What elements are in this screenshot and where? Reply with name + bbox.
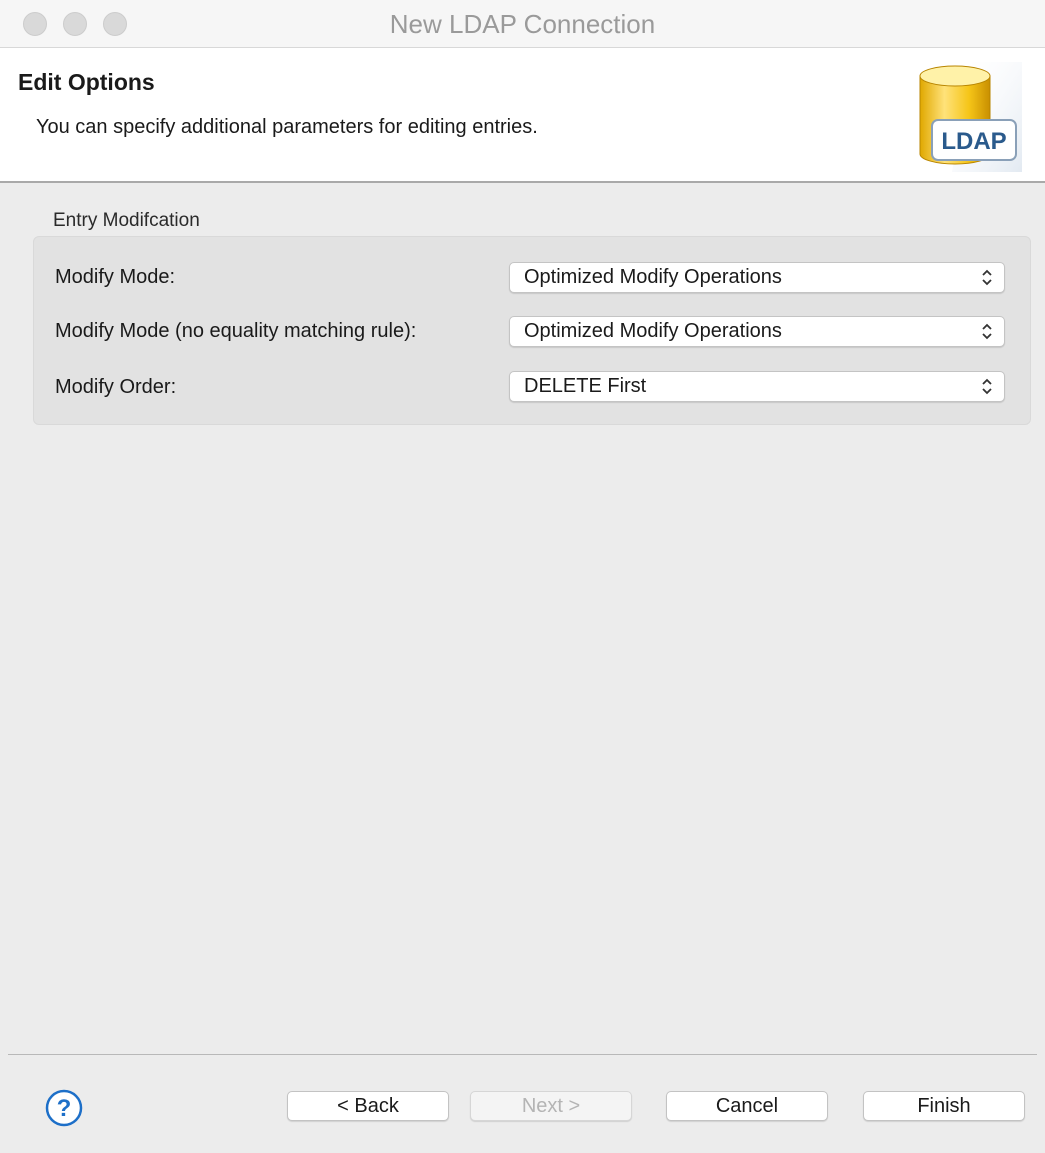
window-title: New LDAP Connection [389,9,656,39]
dialog-window: New LDAP Connection Edit Options You can… [0,0,1045,1153]
page-title: Edit Options [18,69,155,95]
modify-mode-no-equality-label: Modify Mode (no equality matching rule): [55,320,417,342]
modify-order-select[interactable]: DELETE First [509,371,1005,402]
ldap-icon-label: LDAP [941,128,1006,155]
back-button[interactable]: < Back [287,1091,449,1121]
footer-separator [8,1054,1037,1055]
modify-mode-label: Modify Mode: [55,266,176,288]
select-updown-icon [982,269,992,286]
title-bar: New LDAP Connection [0,0,1045,48]
modify-mode-value: Optimized Modify Operations [524,266,782,288]
modify-order-label: Modify Order: [55,376,177,398]
cancel-button[interactable]: Cancel [666,1091,828,1121]
select-updown-icon [982,323,992,340]
help-icon[interactable]: ? [45,1089,83,1127]
select-updown-icon [982,378,992,395]
modify-mode-no-equality-value: Optimized Modify Operations [524,320,782,342]
wizard-header: Edit Options You can specify additional … [0,48,1045,183]
page-description: You can specify additional parameters fo… [36,116,538,138]
svg-text:?: ? [57,1095,72,1122]
modify-mode-select[interactable]: Optimized Modify Operations [509,262,1005,293]
ldap-database-icon: LDAP [919,62,1022,172]
modify-order-value: DELETE First [524,375,647,397]
next-button[interactable]: Next > [470,1091,632,1121]
group-title: Entry Modifcation [53,210,200,231]
modify-mode-no-equality-select[interactable]: Optimized Modify Operations [509,316,1005,347]
finish-button[interactable]: Finish [863,1091,1025,1121]
